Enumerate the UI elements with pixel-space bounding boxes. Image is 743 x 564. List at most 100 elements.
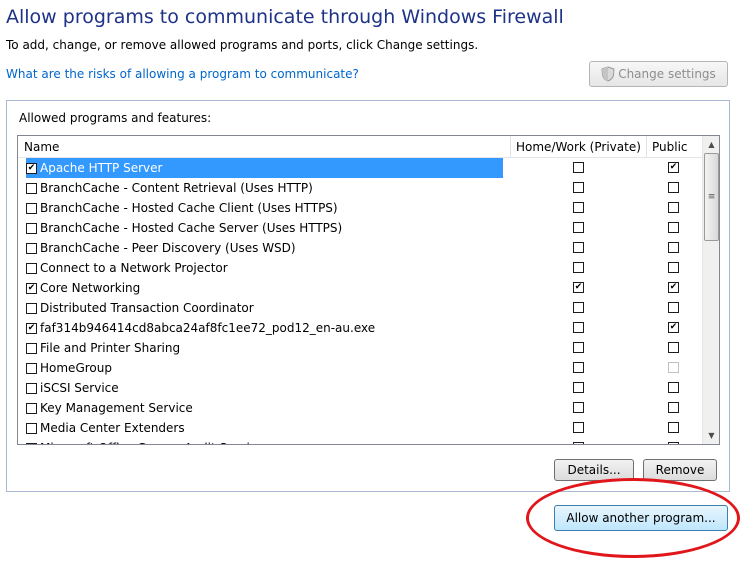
program-name: BranchCache - Content Retrieval (Uses HT… <box>40 181 313 195</box>
program-name-cell: Core Networking <box>26 278 503 298</box>
risks-link[interactable]: What are the risks of allowing a program… <box>6 67 359 81</box>
scroll-thumb[interactable]: ≡ <box>704 153 719 241</box>
list-item[interactable]: BranchCache - Content Retrieval (Uses HT… <box>18 178 702 198</box>
list-item[interactable]: BranchCache - Peer Discovery (Uses WSD) <box>18 238 702 258</box>
allowed-programs-list[interactable]: Name Home/Work (Private) Public Apache H… <box>17 135 720 445</box>
program-enabled-checkbox[interactable] <box>26 242 37 254</box>
program-enabled-checkbox[interactable] <box>26 342 37 354</box>
program-enabled-checkbox[interactable] <box>26 162 37 174</box>
remove-button[interactable]: Remove <box>643 459 717 481</box>
program-enabled-checkbox[interactable] <box>26 202 37 214</box>
home-work-checkbox[interactable] <box>573 342 584 353</box>
vertical-scrollbar[interactable]: ▲ ≡ ▼ <box>702 136 719 444</box>
list-item[interactable]: BranchCache - Hosted Cache Server (Uses … <box>18 218 702 238</box>
column-header-public[interactable]: Public <box>646 136 688 158</box>
list-item[interactable]: Core Networking <box>18 278 702 298</box>
program-name: BranchCache - Hosted Cache Server (Uses … <box>40 221 343 235</box>
home-work-checkbox[interactable] <box>573 382 584 393</box>
page-subtitle: To add, change, or remove allowed progra… <box>6 38 479 52</box>
public-checkbox[interactable] <box>668 202 679 213</box>
home-work-checkbox[interactable] <box>573 362 584 373</box>
list-item[interactable]: Key Management Service <box>18 398 702 418</box>
list-item[interactable]: File and Printer Sharing <box>18 338 702 358</box>
public-checkbox[interactable] <box>668 162 679 173</box>
program-enabled-checkbox[interactable] <box>26 382 37 394</box>
public-checkbox[interactable] <box>668 342 679 353</box>
program-enabled-checkbox[interactable] <box>26 302 37 314</box>
public-checkbox[interactable] <box>668 182 679 193</box>
page-title: Allow programs to communicate through Wi… <box>6 6 564 28</box>
program-enabled-checkbox[interactable] <box>26 402 37 414</box>
program-name: File and Printer Sharing <box>40 341 181 355</box>
shield-icon <box>601 66 615 82</box>
list-item[interactable]: Distributed Transaction Coordinator <box>18 298 702 318</box>
details-button[interactable]: Details... <box>554 459 634 481</box>
program-name-cell: faf314b946414cd8abca24af8fc1ee72_pod12_e… <box>26 318 503 338</box>
program-enabled-checkbox[interactable] <box>26 282 37 294</box>
list-item[interactable]: Media Center Extenders <box>18 418 702 438</box>
program-enabled-checkbox[interactable] <box>26 442 37 444</box>
public-checkbox[interactable] <box>668 362 679 373</box>
public-checkbox[interactable] <box>668 442 679 444</box>
list-item[interactable]: BranchCache - Hosted Cache Client (Uses … <box>18 198 702 218</box>
program-name-cell: BranchCache - Hosted Cache Server (Uses … <box>26 218 503 238</box>
public-checkbox[interactable] <box>668 302 679 313</box>
program-name-cell: BranchCache - Peer Discovery (Uses WSD) <box>26 238 503 258</box>
program-enabled-checkbox[interactable] <box>26 362 37 374</box>
program-name-cell: Media Center Extenders <box>26 418 503 438</box>
home-work-checkbox[interactable] <box>573 202 584 213</box>
program-enabled-checkbox[interactable] <box>26 422 37 434</box>
home-work-checkbox[interactable] <box>573 242 584 253</box>
home-work-checkbox[interactable] <box>573 282 584 293</box>
program-name-cell: Connect to a Network Projector <box>26 258 503 278</box>
list-item[interactable]: iSCSI Service <box>18 378 702 398</box>
program-name-cell: Key Management Service <box>26 398 503 418</box>
public-checkbox[interactable] <box>668 242 679 253</box>
public-checkbox[interactable] <box>668 422 679 433</box>
public-checkbox[interactable] <box>668 322 679 333</box>
program-enabled-checkbox[interactable] <box>26 262 37 274</box>
program-name: faf314b946414cd8abca24af8fc1ee72_pod12_e… <box>40 321 376 335</box>
home-work-checkbox[interactable] <box>573 222 584 233</box>
list-item[interactable]: Apache HTTP Server <box>18 158 702 178</box>
list-item[interactable]: HomeGroup <box>18 358 702 378</box>
home-work-checkbox[interactable] <box>573 262 584 273</box>
list-header: Name Home/Work (Private) Public <box>18 136 702 158</box>
scroll-down-icon[interactable]: ▼ <box>703 427 719 444</box>
home-work-checkbox[interactable] <box>573 322 584 333</box>
scroll-up-icon[interactable]: ▲ <box>703 136 719 153</box>
change-settings-label: Change settings <box>618 67 716 81</box>
home-work-checkbox[interactable] <box>573 182 584 193</box>
allowed-programs-label: Allowed programs and features: <box>19 111 212 125</box>
public-checkbox[interactable] <box>668 282 679 293</box>
public-checkbox[interactable] <box>668 222 679 233</box>
allow-another-program-button[interactable]: Allow another program... <box>554 505 728 531</box>
program-enabled-checkbox[interactable] <box>26 222 37 234</box>
list-item[interactable]: Microsoft Office Groove Audit Service <box>18 438 702 444</box>
allowed-programs-group: Allowed programs and features: Name Home… <box>6 100 730 492</box>
public-checkbox[interactable] <box>668 402 679 413</box>
column-header-home[interactable]: Home/Work (Private) <box>510 136 646 158</box>
program-name: Core Networking <box>40 281 141 295</box>
home-work-checkbox[interactable] <box>573 302 584 313</box>
program-name: Distributed Transaction Coordinator <box>40 301 254 315</box>
program-enabled-checkbox[interactable] <box>26 322 37 334</box>
program-enabled-checkbox[interactable] <box>26 182 37 194</box>
column-header-name[interactable]: Name <box>18 136 59 158</box>
home-work-checkbox[interactable] <box>573 162 584 173</box>
public-checkbox[interactable] <box>668 382 679 393</box>
program-name-cell: BranchCache - Content Retrieval (Uses HT… <box>26 178 503 198</box>
program-name-cell: Microsoft Office Groove Audit Service <box>26 438 503 444</box>
program-name-cell: File and Printer Sharing <box>26 338 503 358</box>
home-work-checkbox[interactable] <box>573 442 584 444</box>
home-work-checkbox[interactable] <box>573 402 584 413</box>
home-work-checkbox[interactable] <box>573 422 584 433</box>
list-item[interactable]: faf314b946414cd8abca24af8fc1ee72_pod12_e… <box>18 318 702 338</box>
program-name: BranchCache - Hosted Cache Client (Uses … <box>40 201 338 215</box>
program-name-cell: iSCSI Service <box>26 378 503 398</box>
program-name: iSCSI Service <box>40 381 119 395</box>
change-settings-button[interactable]: Change settings <box>589 61 728 87</box>
program-name: Apache HTTP Server <box>40 161 163 175</box>
public-checkbox[interactable] <box>668 262 679 273</box>
list-item[interactable]: Connect to a Network Projector <box>18 258 702 278</box>
